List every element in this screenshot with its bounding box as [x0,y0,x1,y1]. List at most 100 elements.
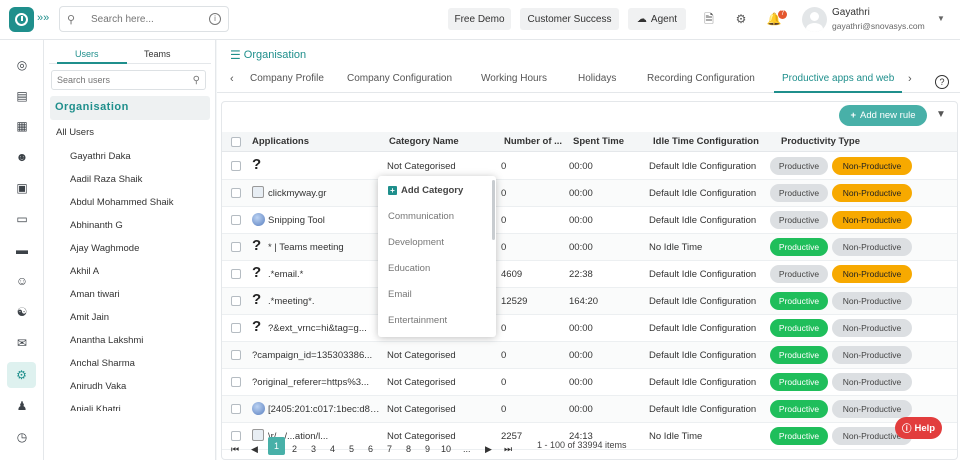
document-icon[interactable]: 🗎 [701,11,717,27]
table-row[interactable]: ? .*email.* 4609 22:38 Default Idle Configur… [222,261,957,288]
page-ellipsis[interactable]: ... [463,444,471,454]
category-option[interactable]: Communication [388,211,454,222]
people-icon[interactable]: ☺ [14,273,30,289]
non-productive-toggle[interactable]: Non-Productive [832,292,912,310]
column-applications[interactable]: Applications [252,136,309,147]
avatar[interactable] [802,7,827,32]
table-row[interactable]: ?original_referer=https%3... Not Categori… [222,369,957,396]
prev-page-icon[interactable]: ◀ [251,444,258,455]
non-productive-toggle[interactable]: Non-Productive [832,238,912,256]
non-productive-toggle[interactable]: Non-Productive [832,373,912,391]
calendar-icon[interactable]: ▤ [14,88,30,104]
table-row[interactable]: [2405:201:c017:1bec:d8a... Not Categorise… [222,396,957,423]
page-8[interactable]: 8 [406,444,411,454]
row-checkbox[interactable] [231,269,241,279]
tab-holidays[interactable]: Holidays [578,73,616,84]
tab-users[interactable]: Users [75,49,99,59]
row-checkbox[interactable] [231,296,241,306]
user-list-item[interactable]: Anirudh Vaka [70,381,126,392]
free-demo-button[interactable]: Free Demo [448,8,511,30]
table-row[interactable]: ?campaign_id=135303386... Not Categorised… [222,342,957,369]
page-5[interactable]: 5 [349,444,354,454]
column-spent-time[interactable]: Spent Time [573,136,624,147]
page-6[interactable]: 6 [368,444,373,454]
category-option[interactable]: Development [388,237,444,248]
filter-icon[interactable]: ▼ [936,109,946,120]
non-productive-toggle[interactable]: Non-Productive [832,400,912,418]
user-list-item[interactable]: Anantha Lakshmi [70,335,143,346]
user-list-item[interactable]: Amit Jain [70,312,109,323]
agent-button[interactable]: ☁ Agent [628,8,686,30]
user-list-item[interactable]: Gayathri Daka [70,151,131,162]
column-productivity-type[interactable]: Productivity Type [781,136,860,147]
category-option[interactable]: Education [388,263,430,274]
table-row[interactable]: ? * | Teams meeting 0 00:00 No Idle Time Prod… [222,234,957,261]
menu-icon[interactable]: ☰ [230,48,241,62]
non-productive-toggle[interactable]: Non-Productive [832,346,912,364]
tab-working-hours[interactable]: Working Hours [481,73,547,84]
non-productive-toggle[interactable]: Non-Productive [832,265,912,283]
table-row[interactable]: ? ?&ext_vrnc=hi&tag=g... 0 00:00 Default Idl… [222,315,957,342]
mail-icon[interactable]: ✉ [14,335,30,351]
select-all-checkbox[interactable] [231,137,241,147]
last-page-icon[interactable]: ⏭ [504,444,512,455]
briefcase-icon[interactable]: ▣ [14,180,30,196]
settings-icon[interactable]: ⚙ [733,11,749,27]
productive-toggle[interactable]: Productive [770,400,828,418]
help-question-icon[interactable]: ? [935,75,949,89]
tab-productive-apps[interactable]: Productive apps and web [782,73,902,84]
productive-toggle[interactable]: Productive [770,238,828,256]
dashboard-icon[interactable]: ◎ [14,57,30,73]
user-list-item[interactable]: Anjali Khatri [70,404,121,411]
page-10[interactable]: 10 [441,444,451,454]
row-checkbox[interactable] [231,161,241,171]
non-productive-toggle[interactable]: Non-Productive [832,157,912,175]
first-page-icon[interactable]: ⏮ [231,444,239,455]
column-idle-time-config[interactable]: Idle Time Configuration [653,136,759,147]
add-new-rule-button[interactable]: + Add new rule [839,105,927,126]
category-option[interactable]: Entertainment [388,315,447,326]
timesheet-icon[interactable]: ▦ [14,118,30,134]
productive-toggle[interactable]: Productive [770,157,828,175]
user-list-item[interactable]: Anchal Sharma [70,358,135,369]
user-search-input[interactable] [57,75,177,85]
app-logo[interactable] [9,7,34,32]
row-checkbox[interactable] [231,404,241,414]
user-list-item[interactable]: Akhil A [70,266,99,277]
user-list-item[interactable]: Abhinanth G [70,220,123,231]
tab-company-configuration[interactable]: Company Configuration [347,73,452,84]
customer-success-button[interactable]: Customer Success [520,8,619,30]
dropdown-scrollbar[interactable] [492,180,495,240]
productive-toggle[interactable]: Productive [770,346,828,364]
table-row[interactable]: Snipping Tool 0 00:00 Default Idle Configur… [222,207,957,234]
user-list-item[interactable]: Ajay Waghmode [70,243,139,254]
user-icon[interactable]: ☻ [14,149,30,165]
user-list-item[interactable]: Abdul Mohammed Shaik [70,197,174,208]
user-search[interactable]: ⚲ [51,70,206,90]
table-row[interactable]: ? Not Categorised 0 00:00 Default Idle Confi… [222,153,957,180]
productive-toggle[interactable]: Productive [770,265,828,283]
card-icon[interactable]: ▬ [14,242,30,258]
non-productive-toggle[interactable]: Non-Productive [832,211,912,229]
alarm-icon[interactable]: ◷ [14,429,30,445]
global-search[interactable]: ⚲ i [59,6,229,32]
row-checkbox[interactable] [231,350,241,360]
non-productive-toggle[interactable]: Non-Productive [832,319,912,337]
settings-nav-icon[interactable]: ⚙ [7,362,36,388]
global-search-input[interactable] [91,13,201,25]
category-option[interactable]: Email [388,289,412,300]
page-3[interactable]: 3 [311,444,316,454]
productive-toggle[interactable]: Productive [770,427,828,445]
page-7[interactable]: 7 [387,444,392,454]
page-4[interactable]: 4 [330,444,335,454]
row-checkbox[interactable] [231,431,241,441]
add-category-button[interactable]: + Add Category [388,185,463,196]
tab-teams[interactable]: Teams [144,49,171,59]
user-list-item[interactable]: Aadil Raza Shaik [70,174,142,185]
table-row[interactable]: ? .*meeting*. 12529 164:20 Default Idle Conf… [222,288,957,315]
productive-toggle[interactable]: Productive [770,184,828,202]
table-row[interactable]: clickmyway.gr 0 00:00 Default Idle Configur… [222,180,957,207]
productive-toggle[interactable]: Productive [770,373,828,391]
row-checkbox[interactable] [231,215,241,225]
monitor-icon[interactable]: ▭ [14,211,30,227]
